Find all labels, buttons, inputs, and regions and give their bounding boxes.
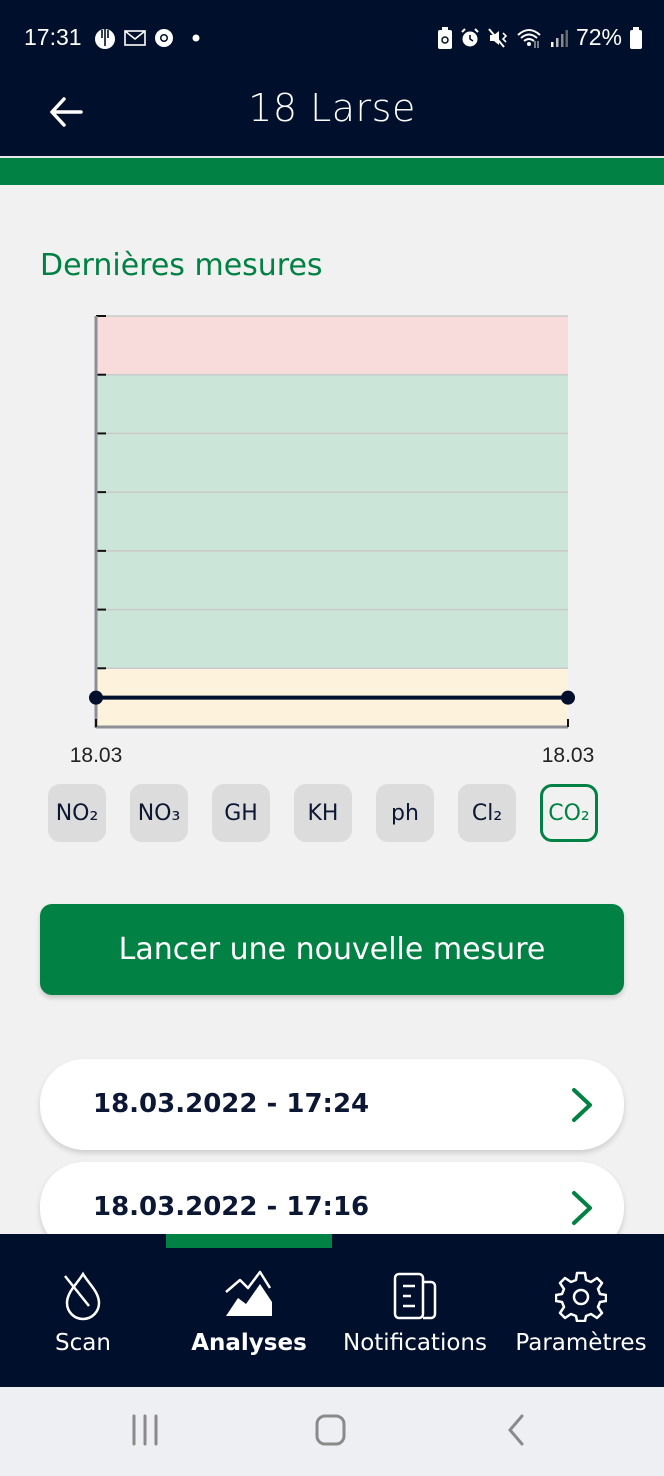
chart-svg: [89, 315, 575, 729]
chip-no3[interactable]: NO₃: [130, 784, 188, 842]
document-icon: [393, 1272, 437, 1320]
chip-label: NO₃: [137, 800, 181, 826]
chip-label: KH: [307, 800, 339, 826]
chip-ph[interactable]: ph: [376, 784, 434, 842]
chip-kh[interactable]: KH: [294, 784, 352, 842]
hand-icon: [95, 29, 115, 49]
chart-band-high: [96, 316, 568, 375]
section-title: Dernières mesures: [40, 248, 323, 283]
x-tick-label-start: 18.03: [69, 744, 123, 767]
chip-label: CO₂: [548, 800, 590, 826]
status-right: 72%: [437, 24, 642, 51]
measurement-list-item[interactable]: 18.03.2022 - 17:24: [40, 1059, 624, 1150]
measurement-chart: 18.03 18.03: [60, 300, 620, 780]
home-icon[interactable]: [314, 1413, 348, 1447]
chevron-right-icon: [572, 1191, 592, 1225]
battery-icon: [630, 26, 642, 49]
system-back-icon[interactable]: [504, 1413, 528, 1447]
nav-item-notifications[interactable]: Notifications: [332, 1234, 498, 1387]
nav-label: Paramètres: [515, 1330, 647, 1356]
status-time: 17:31: [24, 24, 82, 50]
chip-label: GH: [224, 800, 258, 826]
bottom-nav: Scan Analyses Notifications Paramètres: [0, 1234, 664, 1387]
chip-cl2[interactable]: Cl₂: [458, 784, 516, 842]
nav-item-analyses[interactable]: Analyses: [166, 1234, 332, 1387]
nav-label: Analyses: [191, 1330, 307, 1356]
chevron-right-icon: [572, 1088, 592, 1122]
header-accent-bar: [0, 158, 664, 185]
chip-co2[interactable]: CO₂: [540, 784, 598, 842]
chrome-icon: [155, 29, 173, 47]
status-bar: 17:31 72%: [0, 0, 664, 78]
x-tick-label-end: 18.03: [541, 744, 595, 767]
nav-item-scan[interactable]: Scan: [0, 1234, 166, 1387]
measurement-date: 18.03.2022 - 17:16: [93, 1192, 370, 1222]
chip-label: NO₂: [55, 800, 99, 826]
alarm-icon: [461, 27, 479, 46]
chart-mountain-icon: [225, 1270, 272, 1316]
page-title: 18 Larse: [248, 86, 416, 130]
chart-band-ok: [96, 374, 568, 669]
chip-label: Cl₂: [471, 800, 503, 826]
chip-label: ph: [391, 800, 419, 826]
nav-label: Scan: [55, 1330, 111, 1356]
nav-label: Notifications: [343, 1330, 487, 1356]
status-left-icons: [94, 26, 202, 50]
vibrate-icon: [488, 27, 508, 48]
dot-icon: [192, 34, 200, 42]
signal-icon: [550, 29, 568, 47]
nav-item-parametres[interactable]: Paramètres: [498, 1234, 664, 1387]
battery-percent: 72%: [575, 24, 622, 50]
mail-icon: [124, 30, 146, 46]
data-point: [89, 690, 103, 705]
wifi-icon: [517, 28, 541, 48]
system-navigation-bar: [0, 1387, 664, 1476]
chip-gh[interactable]: GH: [212, 784, 270, 842]
data-point: [561, 690, 575, 705]
chip-no2[interactable]: NO₂: [48, 784, 106, 842]
measurement-date: 18.03.2022 - 17:24: [93, 1089, 370, 1119]
drop-scan-icon: [64, 1271, 101, 1321]
battery-saver-icon: [437, 26, 452, 49]
parameter-selector: NO₂ NO₃ GH KH ph Cl₂ CO₂: [48, 784, 598, 842]
recent-apps-icon[interactable]: [130, 1413, 160, 1447]
app-header: 18 Larse: [0, 78, 664, 156]
new-measure-button[interactable]: Lancer une nouvelle mesure: [40, 904, 624, 995]
gear-icon: [555, 1271, 607, 1322]
